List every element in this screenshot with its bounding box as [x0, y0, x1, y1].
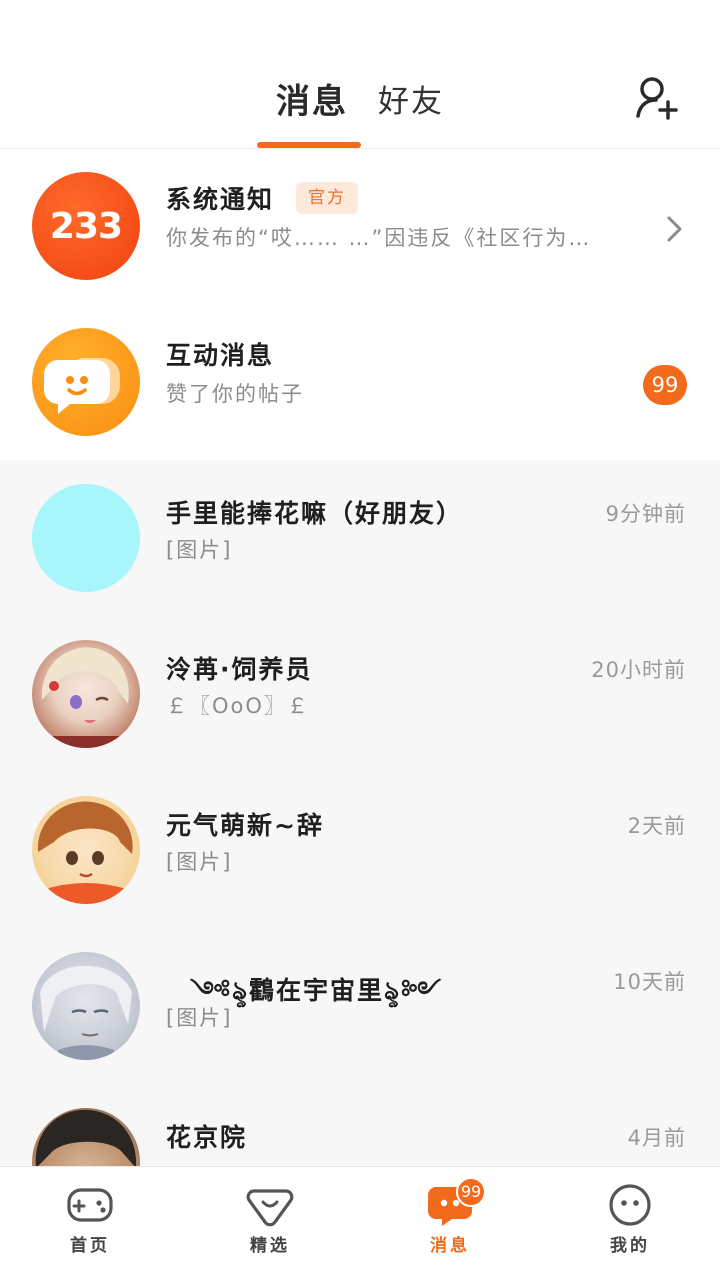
system-notice-preview: 你发布的“哎…… …”因违反《社区行为… — [166, 226, 592, 250]
conversation-row[interactable]: 手里能捧花嘛（好朋友） [图片] 9分钟前 — [0, 460, 720, 616]
official-badge: 官方 — [296, 182, 358, 214]
nav-home[interactable]: 首页 — [0, 1167, 180, 1280]
chat-bubble-icon — [44, 357, 120, 414]
conversation-row[interactable]: 花京院 4月前 — [0, 1084, 720, 1166]
avatar — [32, 484, 140, 592]
message-time: 2天前 — [627, 814, 686, 838]
contact-name: 手里能捧花嘛（好朋友） — [166, 499, 464, 528]
avatar — [32, 1108, 140, 1166]
system-notice-title: 系统通知 — [166, 185, 275, 214]
nav-label: 精选 — [250, 1236, 290, 1256]
message-preview: [图片] — [166, 538, 233, 562]
conversation-list: 手里能捧花嘛（好朋友） [图片] 9分钟前 泠苒·饲养员 ￡〖OoO〗￡ 20小… — [0, 460, 720, 1166]
nav-profile[interactable]: 我的 — [540, 1167, 720, 1280]
tab-friends[interactable]: 好友 — [378, 76, 444, 121]
top-header: 消息 好友 — [0, 0, 720, 149]
interaction-row[interactable]: 互动消息 赞了你的帖子 99 — [0, 306, 720, 462]
avatar — [32, 640, 140, 748]
bottom-navigation: 首页 精选 消息 99 我的 — [0, 1166, 720, 1280]
anime-portrait-icon — [32, 647, 140, 748]
message-preview: [图片] — [166, 850, 233, 874]
nav-featured[interactable]: 精选 — [180, 1167, 360, 1280]
nav-messages[interactable]: 消息 — [360, 1167, 540, 1280]
system-avatar-logo: 233 — [49, 206, 123, 247]
system-notice-row[interactable]: 233 系统通知 官方 你发布的“哎…… …”因违反《社区行为… — [0, 150, 720, 306]
message-time: 20小时前 — [591, 658, 686, 682]
contact-name: 泠苒·饲养员 — [166, 655, 313, 684]
add-user-icon[interactable] — [632, 74, 680, 122]
chevron-right-icon — [667, 216, 682, 242]
nav-label: 首页 — [70, 1236, 110, 1256]
heart-bubble-icon — [246, 1189, 294, 1227]
smiley-face-icon — [609, 1184, 651, 1226]
pinned-section: 233 系统通知 官方 你发布的“哎…… …”因违反《社区行为… 互动消息 赞了… — [0, 150, 720, 460]
anime-portrait-icon — [37, 801, 133, 904]
message-time: 9分钟前 — [605, 502, 686, 526]
system-avatar: 233 — [32, 172, 140, 280]
conversation-row[interactable]: 泠苒·饲养员 ￡〖OoO〗￡ 20小时前 — [0, 616, 720, 772]
contact-name: 花京院 — [166, 1123, 248, 1152]
interaction-avatar — [32, 328, 140, 436]
message-time: 10天前 — [613, 970, 686, 994]
nav-unread-badge: 99 — [456, 1177, 486, 1207]
message-preview: ￡〖OoO〗￡ — [166, 694, 310, 718]
interaction-preview: 赞了你的帖子 — [166, 382, 304, 406]
anime-portrait-icon — [35, 1109, 136, 1166]
nav-label: 我的 — [610, 1236, 650, 1256]
message-preview: [图片] — [166, 1006, 233, 1030]
active-tab-indicator — [257, 142, 361, 148]
message-time: 4月前 — [627, 1126, 686, 1150]
unread-count-badge: 99 — [643, 365, 687, 405]
avatar — [32, 796, 140, 904]
tab-messages[interactable]: 消息 — [276, 74, 348, 123]
interaction-title: 互动消息 — [166, 341, 275, 370]
conversation-row[interactable]: 元气萌新~辞 [图片] 2天前 — [0, 772, 720, 928]
conversation-row[interactable]: ༺ৡ鸖在宇宙里ৡ༻ [图片] 10天前 — [0, 928, 720, 1084]
contact-name: 元气萌新~辞 — [166, 811, 324, 840]
nav-label: 消息 — [430, 1236, 470, 1256]
anime-portrait-icon — [40, 965, 132, 1060]
avatar — [32, 952, 140, 1060]
gamepad-icon — [67, 1188, 113, 1222]
